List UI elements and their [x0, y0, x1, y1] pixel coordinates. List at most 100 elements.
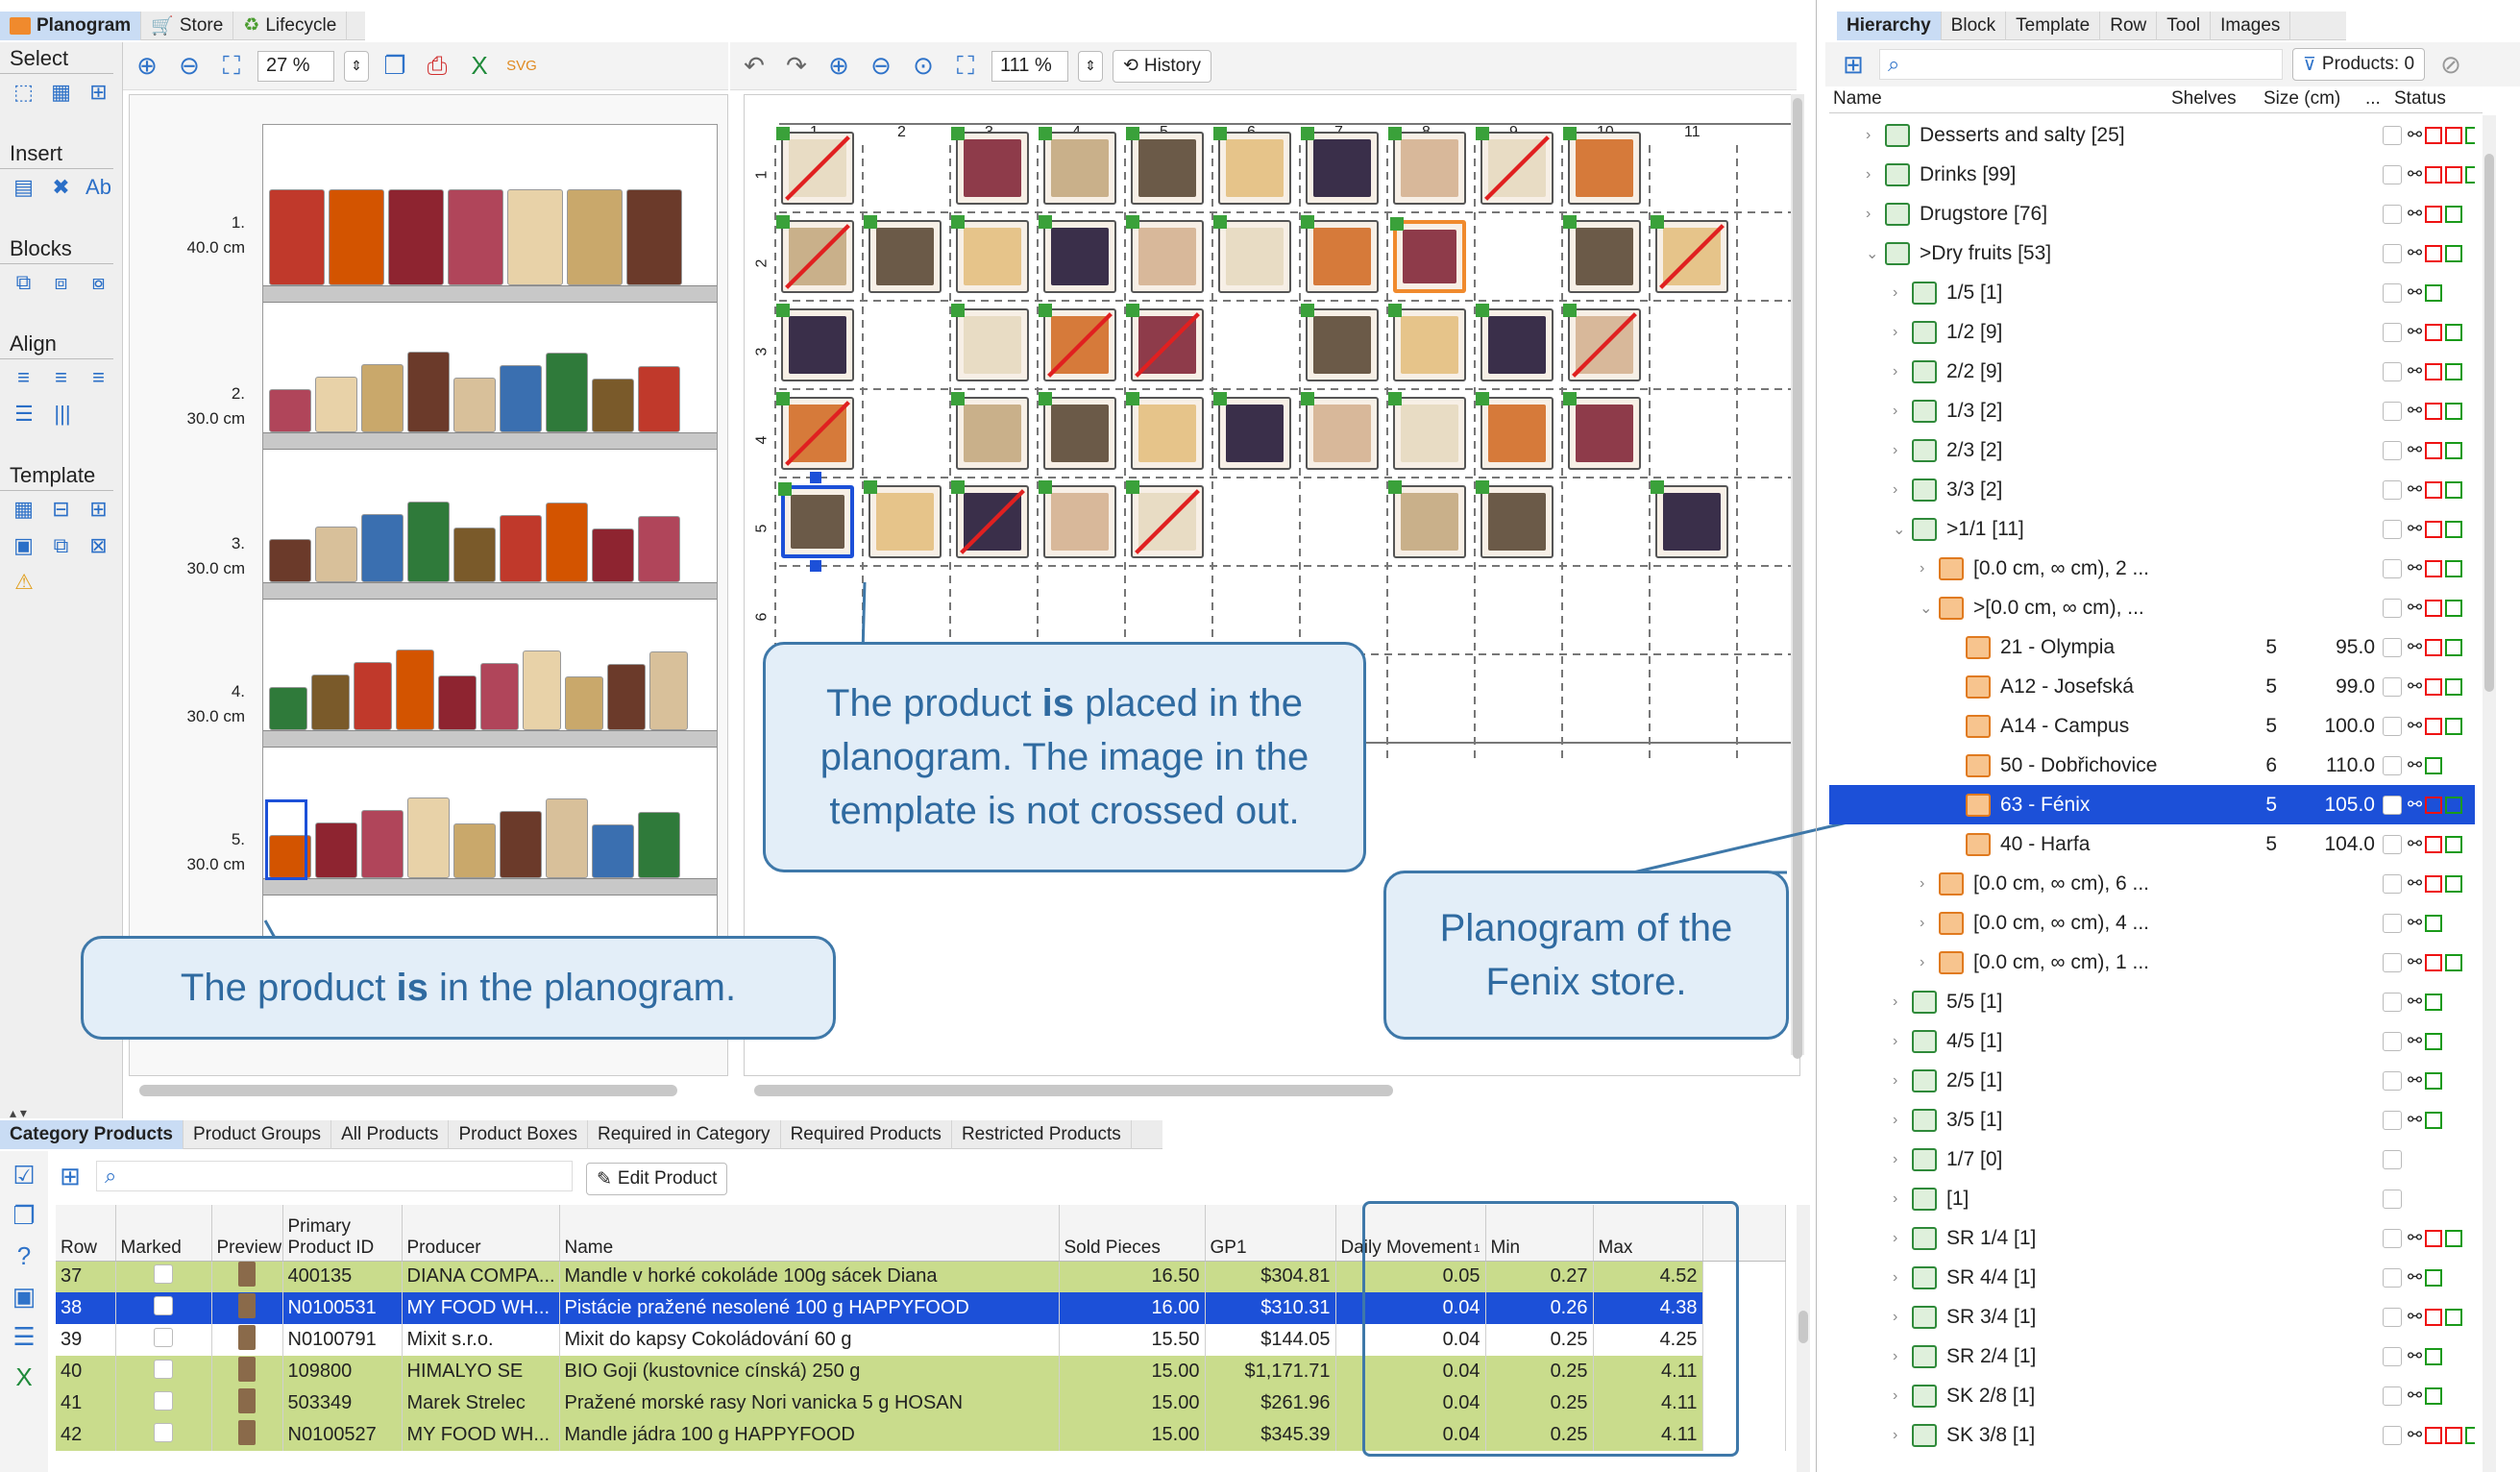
col-shelves[interactable]: Shelves	[2171, 88, 2237, 110]
tree-checkbox[interactable]	[2383, 637, 2402, 657]
list-icon[interactable]: ☰	[8, 1320, 40, 1353]
tree-checkbox[interactable]	[2383, 1228, 2402, 1248]
col-more[interactable]: ...	[2365, 88, 2381, 110]
tree-row[interactable]: › [1]	[1829, 1179, 2475, 1218]
marked-cell[interactable]	[115, 1387, 212, 1419]
marked-cell[interactable]	[115, 1356, 212, 1387]
column-header[interactable]: Primary Product ID	[282, 1205, 403, 1262]
tree-row[interactable]: A12 - Josefská 5 99.0 ⚯	[1829, 667, 2475, 706]
marked-cell[interactable]	[115, 1261, 212, 1292]
hierarchy-tree[interactable]: › Desserts and salty [25] ⚯ › Drinks [99] ⚯ › D…	[1829, 115, 2475, 1472]
tree-row[interactable]: › SR 1/4 [1] ⚯	[1829, 1218, 2475, 1258]
chevron-right-icon[interactable]: ›	[1893, 1269, 1912, 1287]
products-filter-button[interactable]: ⊽ Products: 0	[2292, 48, 2426, 81]
tree-row[interactable]: 63 - Fénix 5 105.0 ⚯	[1829, 785, 2475, 824]
table-settings-icon[interactable]: ⊞	[54, 1160, 86, 1192]
tree-checkbox[interactable]	[2383, 992, 2402, 1012]
tree-checkbox[interactable]	[2383, 1307, 2402, 1327]
tree-row[interactable]: › 2/3 [2] ⚯	[1829, 430, 2475, 470]
tree-row[interactable]: › SR 4/4 [1] ⚯	[1829, 1258, 2475, 1297]
tab-all-products[interactable]: All Products	[331, 1119, 450, 1149]
col-name[interactable]: Name	[1833, 88, 1882, 110]
tree-checkbox[interactable]	[2383, 1070, 2402, 1091]
tree-checkbox[interactable]	[2383, 795, 2402, 815]
marked-cell[interactable]	[115, 1324, 212, 1356]
col-status[interactable]: Status	[2394, 88, 2446, 110]
chevron-right-icon[interactable]: ›	[1920, 915, 1939, 932]
chevron-right-icon[interactable]: ›	[1893, 1309, 1912, 1326]
tree-row[interactable]: › 2/2 [9] ⚯	[1829, 352, 2475, 391]
tree-row[interactable]: › 5/5 [1] ⚯	[1829, 982, 2475, 1021]
chevron-right-icon[interactable]: ›	[1893, 1230, 1912, 1247]
tree-checkbox[interactable]	[2383, 164, 2402, 184]
tree-checkbox[interactable]	[2383, 598, 2402, 618]
tree-checkbox[interactable]	[2383, 401, 2402, 421]
tab-row[interactable]: Row	[2100, 11, 2158, 40]
tree-checkbox[interactable]	[2383, 1189, 2402, 1209]
tab-required-products[interactable]: Required Products	[781, 1119, 952, 1149]
products-scrollbar[interactable]	[1797, 1205, 1810, 1472]
tree-checkbox[interactable]	[2383, 1031, 2402, 1051]
chevron-right-icon[interactable]: ›	[1920, 954, 1939, 971]
tree-checkbox[interactable]	[2383, 1110, 2402, 1130]
tree-row[interactable]: › 1/2 [9] ⚯	[1829, 312, 2475, 352]
column-header[interactable]: Name	[559, 1205, 1060, 1262]
tree-row[interactable]: › 4/5 [1] ⚯	[1829, 1021, 2475, 1061]
tree-row[interactable]: › SR 2/4 [1] ⚯	[1829, 1337, 2475, 1376]
tree-checkbox[interactable]	[2383, 913, 2402, 933]
tab-template[interactable]: Template	[2006, 11, 2101, 40]
tree-checkbox[interactable]	[2383, 1386, 2402, 1406]
marked-cell[interactable]	[115, 1419, 212, 1451]
tree-row[interactable]: › SR 3/4 [1] ⚯	[1829, 1297, 2475, 1337]
tab-product-groups[interactable]: Product Groups	[183, 1119, 332, 1149]
tree-row[interactable]: › [0.0 cm, ∞ cm), 1 ... ⚯	[1829, 943, 2475, 982]
tree-checkbox[interactable]	[2383, 204, 2402, 224]
chevron-right-icon[interactable]: ›	[1893, 442, 1912, 459]
tab-category-products[interactable]: Category Products	[0, 1119, 183, 1149]
tree-row[interactable]: ⌄ >1/1 [11] ⚯	[1829, 509, 2475, 549]
edit-product-button[interactable]: ✎ Edit Product	[586, 1163, 728, 1195]
chevron-right-icon[interactable]: ›	[1920, 560, 1939, 577]
chevron-down-icon[interactable]: ⌄	[1866, 244, 1885, 263]
column-header[interactable]: Producer	[402, 1205, 560, 1262]
chevron-right-icon[interactable]: ›	[1893, 284, 1912, 302]
marked-cell[interactable]	[115, 1292, 212, 1324]
help-icon[interactable]: ?	[8, 1239, 40, 1272]
tree-checkbox[interactable]	[2383, 1267, 2402, 1288]
image-icon[interactable]: ▣	[8, 1280, 40, 1313]
chevron-right-icon[interactable]: ›	[1893, 1072, 1912, 1090]
tree-checkbox[interactable]	[2383, 873, 2402, 894]
tab-required-in-category[interactable]: Required in Category	[588, 1119, 781, 1149]
tree-checkbox[interactable]	[2383, 952, 2402, 972]
column-header[interactable]: Marked	[115, 1205, 212, 1262]
tree-checkbox[interactable]	[2383, 716, 2402, 736]
tree-checkbox[interactable]	[2383, 243, 2402, 263]
tree-row[interactable]: › [0.0 cm, ∞ cm), 4 ... ⚯	[1829, 903, 2475, 943]
column-header[interactable]: GP1	[1205, 1205, 1336, 1262]
tree-row[interactable]: 21 - Olympia 5 95.0 ⚯	[1829, 627, 2475, 667]
tree-checkbox[interactable]	[2383, 1149, 2402, 1169]
marked-checkbox[interactable]	[154, 1422, 173, 1442]
tab-restricted-products[interactable]: Restricted Products	[952, 1119, 1132, 1149]
tab-block[interactable]: Block	[1942, 11, 2007, 40]
tab-product-boxes[interactable]: Product Boxes	[449, 1119, 589, 1149]
chevron-right-icon[interactable]: ›	[1866, 166, 1885, 184]
chevron-right-icon[interactable]: ›	[1893, 324, 1912, 341]
chevron-right-icon[interactable]: ›	[1893, 1151, 1912, 1168]
products-search-input[interactable]: ⌕	[96, 1161, 573, 1191]
tree-row[interactable]: › [0.0 cm, ∞ cm), 6 ... ⚯	[1829, 864, 2475, 903]
tree-row[interactable]: › Drinks [99] ⚯	[1829, 155, 2475, 194]
tab-tool[interactable]: Tool	[2157, 11, 2212, 40]
tree-row[interactable]: A14 - Campus 5 100.0 ⚯	[1829, 706, 2475, 746]
column-header[interactable]: Preview	[211, 1205, 283, 1262]
chevron-right-icon[interactable]: ›	[1893, 481, 1912, 499]
tree-checkbox[interactable]	[2383, 440, 2402, 460]
collapse-arrows[interactable]: ▴ ▾	[0, 1105, 1816, 1120]
excel-icon[interactable]: X	[8, 1361, 40, 1393]
chevron-right-icon[interactable]: ›	[1866, 206, 1885, 223]
tree-row[interactable]: ⌄ >Dry fruits [53] ⚯	[1829, 233, 2475, 273]
chevron-right-icon[interactable]: ›	[1893, 1190, 1912, 1208]
tree-row[interactable]: ⌄ >[0.0 cm, ∞ cm), ... ⚯	[1829, 588, 2475, 627]
tree-row[interactable]: › 1/7 [0]	[1829, 1140, 2475, 1179]
clear-filter-icon[interactable]: ⊘	[2434, 48, 2467, 81]
